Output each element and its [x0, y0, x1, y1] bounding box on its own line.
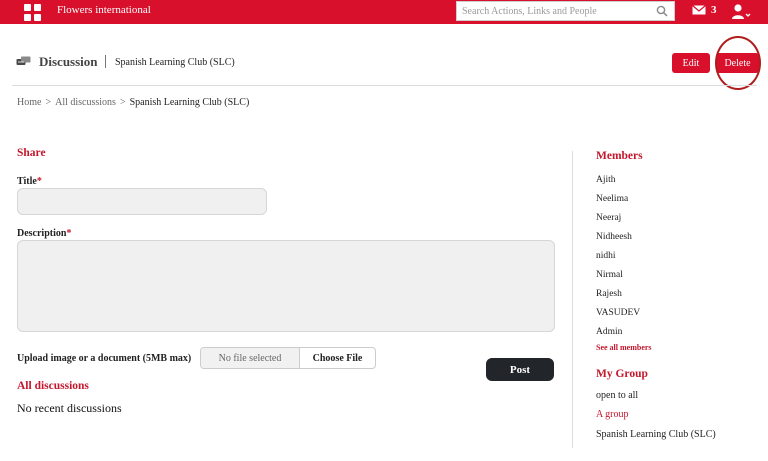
share-heading: Share [17, 147, 46, 159]
title-separator [105, 55, 106, 68]
member-item[interactable]: Ajith [596, 175, 616, 185]
no-discussions-text: No recent discussions [17, 401, 122, 415]
top-bar: Flowers international 3 [0, 0, 768, 24]
search-input[interactable] [457, 2, 653, 20]
search-box[interactable] [456, 1, 675, 21]
group-item-slc[interactable]: Spanish Learning Club (SLC) [596, 429, 716, 440]
breadcrumb-separator: > [45, 97, 52, 108]
member-item[interactable]: Nirmal [596, 270, 623, 280]
member-item[interactable]: Admin [596, 327, 622, 337]
member-item[interactable]: Nidheesh [596, 232, 632, 242]
header-divider [12, 85, 757, 86]
breadcrumb-all-discussions[interactable]: All discussions [55, 97, 116, 108]
required-mark: * [36, 176, 42, 187]
description-label-text: Description [17, 228, 67, 239]
description-label: Description* [17, 228, 71, 239]
delete-button[interactable]: Delete [716, 53, 759, 73]
member-item[interactable]: Neelima [596, 194, 628, 204]
group-item-a-group[interactable]: A group [596, 409, 629, 420]
member-item[interactable]: nidhi [596, 251, 616, 261]
see-all-members-link[interactable]: See all members [596, 343, 652, 352]
apps-grid-icon[interactable] [22, 2, 42, 22]
upload-label: Upload image or a document (5MB max) [17, 353, 192, 364]
search-icon[interactable] [656, 5, 668, 17]
brand-name[interactable]: Flowers international [57, 4, 151, 16]
messages-button[interactable]: 3 [692, 4, 717, 16]
title-input[interactable] [17, 188, 267, 215]
breadcrumb: Home > All discussions > Spanish Learnin… [17, 97, 249, 108]
member-item[interactable]: Neeraj [596, 213, 621, 223]
member-item[interactable]: VASUDEV [596, 308, 640, 318]
discussion-icon [16, 56, 31, 65]
post-button[interactable]: Post [486, 358, 554, 381]
breadcrumb-home[interactable]: Home [17, 97, 41, 108]
page-title: Discussion [39, 54, 98, 69]
breadcrumb-current: Spanish Learning Club (SLC) [129, 97, 250, 108]
user-menu-icon[interactable] [731, 3, 751, 21]
mail-icon [692, 5, 706, 15]
members-heading: Members [596, 150, 643, 162]
mail-count: 3 [711, 4, 717, 16]
title-label: Title* [17, 176, 42, 187]
page-subtitle: Spanish Learning Club (SLC) [115, 57, 235, 68]
required-mark: * [66, 228, 72, 239]
all-discussions-heading[interactable]: All discussions [17, 380, 89, 392]
file-status: No file selected [201, 348, 300, 368]
group-item-open-to-all[interactable]: open to all [596, 390, 638, 401]
my-group-heading: My Group [596, 368, 648, 380]
breadcrumb-separator: > [119, 97, 126, 108]
file-picker[interactable]: No file selected Choose File [200, 347, 376, 369]
description-input[interactable] [17, 240, 555, 332]
choose-file-button[interactable]: Choose File [300, 348, 375, 368]
title-label-text: Title [17, 176, 37, 187]
member-item[interactable]: Rajesh [596, 289, 622, 299]
column-divider [572, 151, 573, 448]
edit-button[interactable]: Edit [672, 53, 710, 73]
